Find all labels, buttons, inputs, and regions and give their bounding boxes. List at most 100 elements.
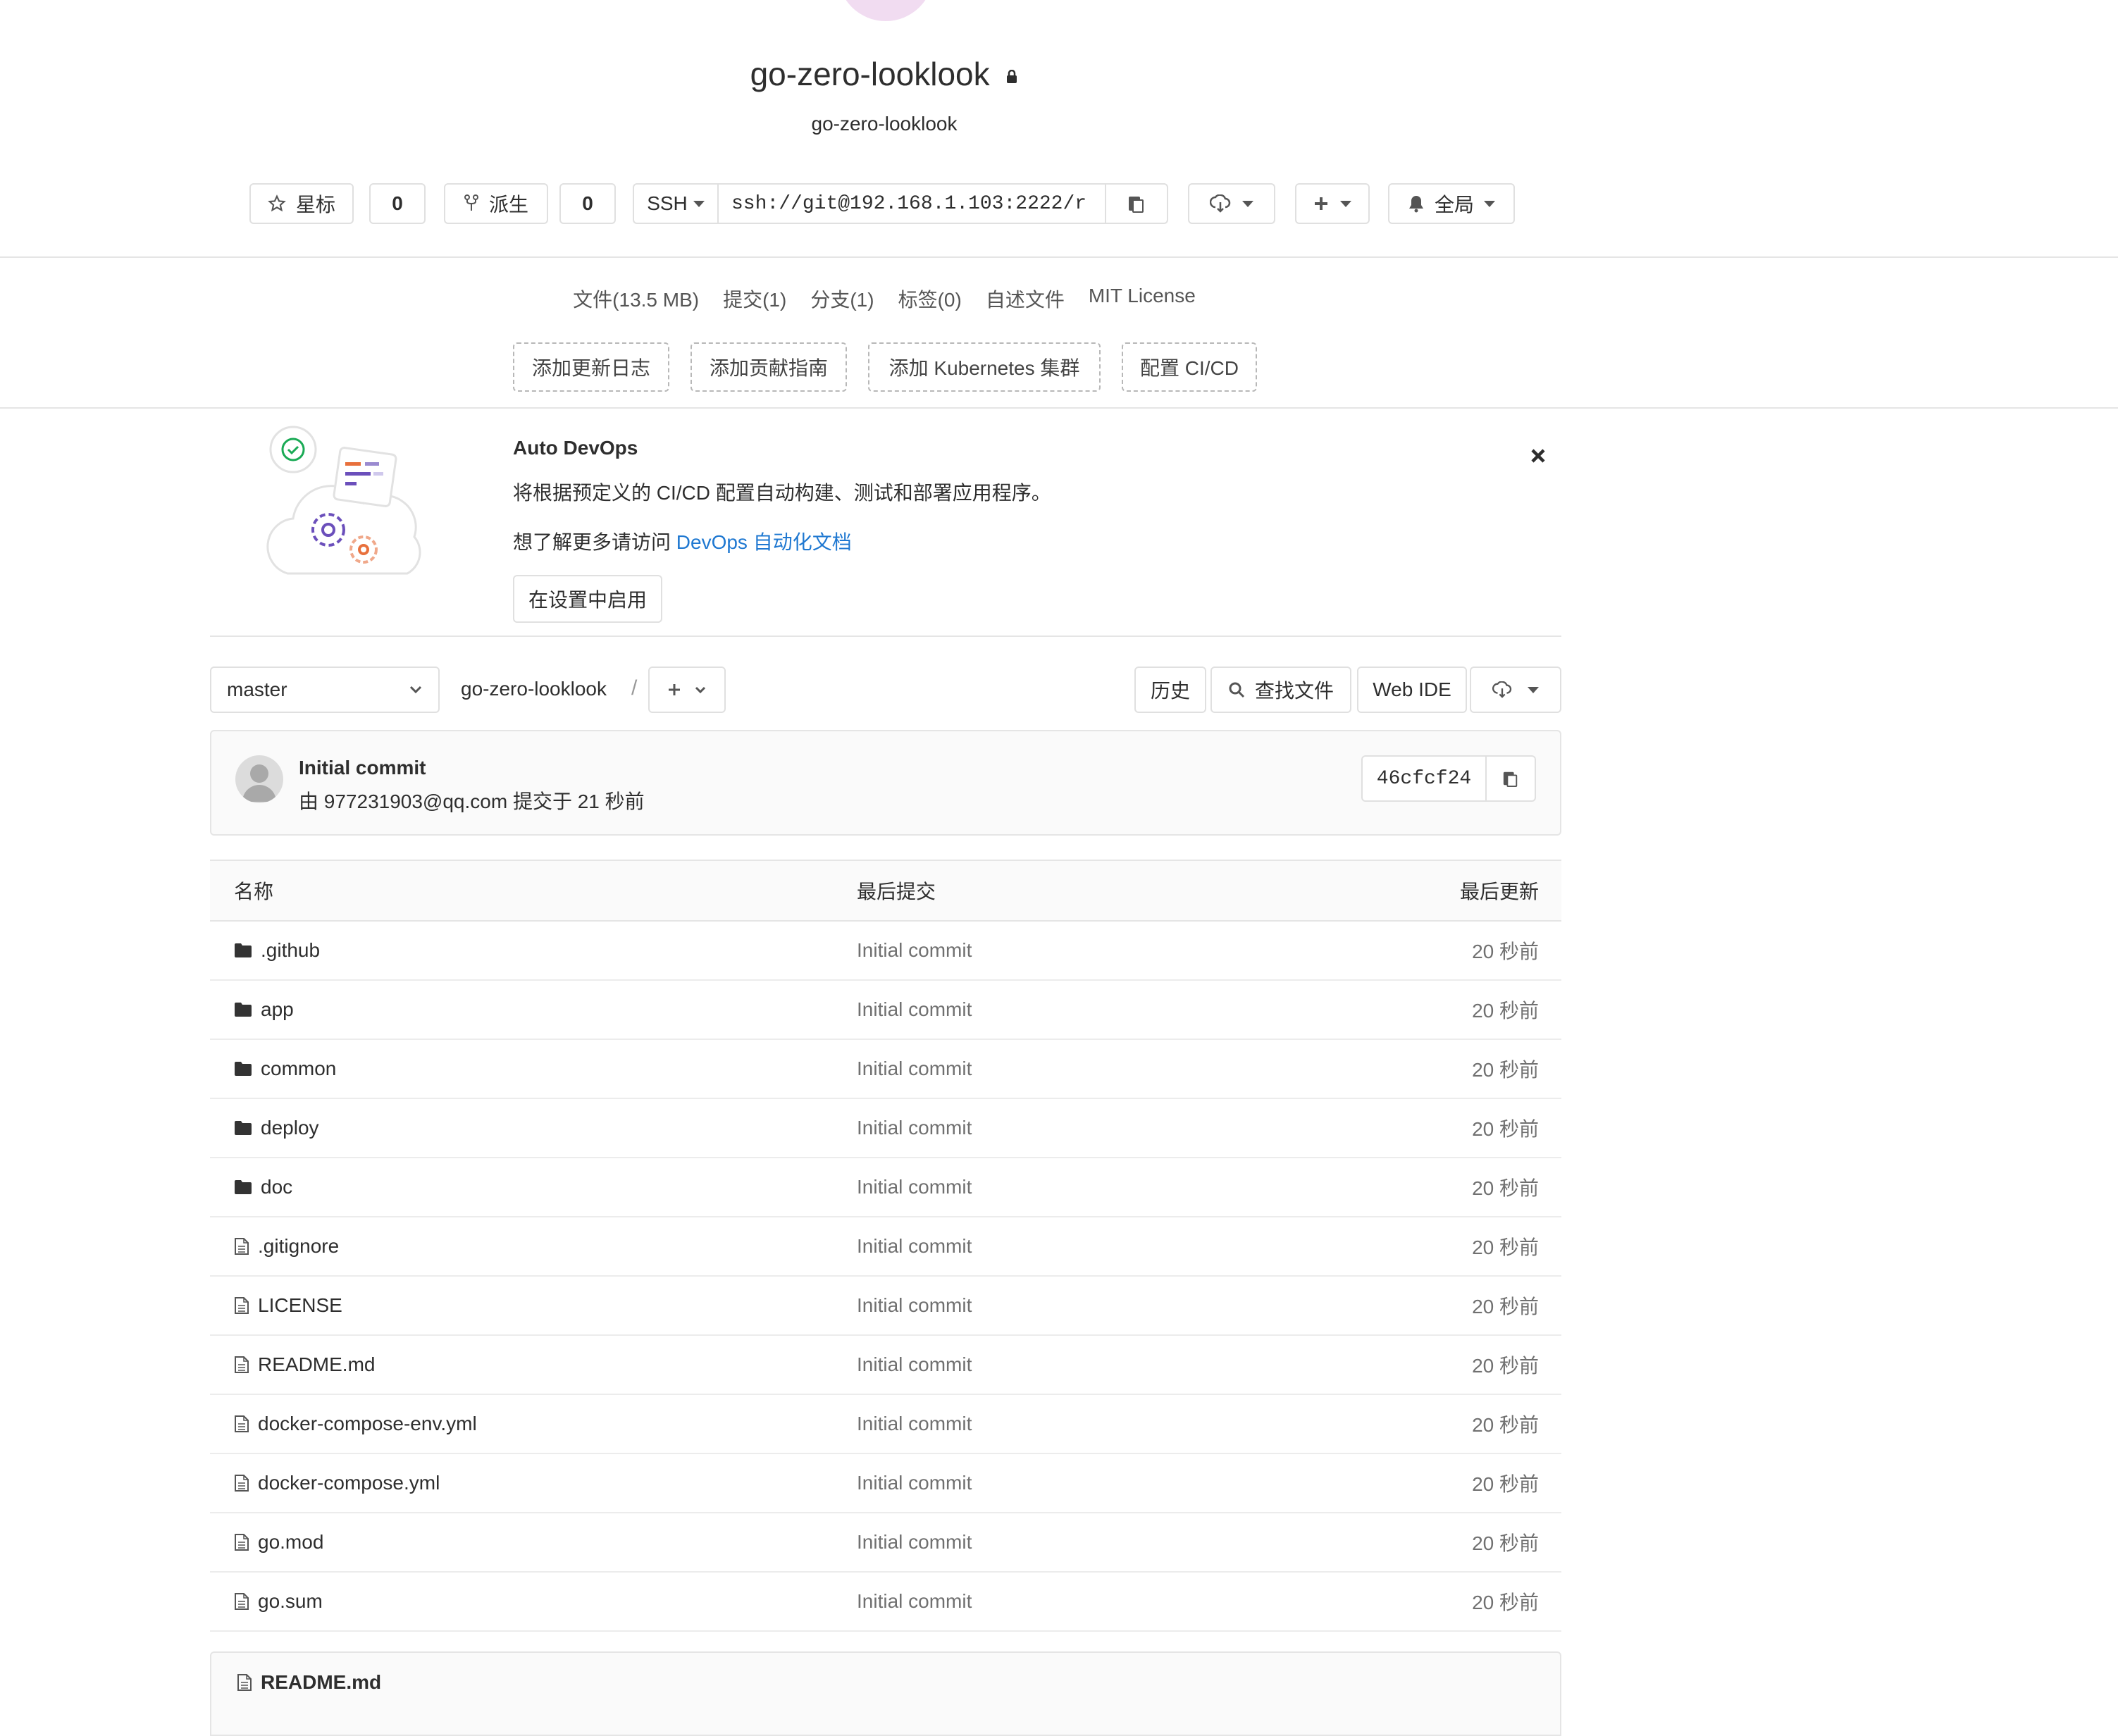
file-icon	[234, 1237, 249, 1256]
file-name[interactable]: .gitignore	[258, 1235, 339, 1258]
stat-files[interactable]: 文件(13.5 MB)	[573, 285, 699, 313]
configure-cicd-button[interactable]: 配置 CI/CD	[1122, 342, 1257, 392]
chevron-down-icon	[1528, 686, 1539, 693]
fork-button[interactable]: 派生	[444, 183, 548, 224]
file-name-cell[interactable]: doc	[234, 1158, 292, 1216]
plus-icon	[667, 683, 681, 697]
devops-docs-link[interactable]: DevOps 自动化文档	[676, 531, 852, 553]
find-file-button[interactable]: 查找文件	[1210, 666, 1351, 713]
file-name[interactable]: .github	[261, 939, 320, 962]
chevron-down-icon	[1340, 200, 1351, 207]
file-last-commit[interactable]: Initial commit	[857, 1040, 972, 1098]
file-last-commit[interactable]: Initial commit	[857, 1573, 972, 1630]
copy-url-button[interactable]	[1105, 183, 1168, 224]
file-last-commit[interactable]: Initial commit	[857, 1336, 972, 1394]
star-button[interactable]: 星标	[249, 183, 354, 224]
file-name[interactable]: app	[261, 998, 294, 1021]
commit-sha[interactable]: 46cfcf24	[1363, 757, 1487, 800]
file-last-commit[interactable]: Initial commit	[857, 1513, 972, 1571]
file-last-commit[interactable]: Initial commit	[857, 1454, 972, 1512]
protocol-dropdown[interactable]: SSH	[633, 183, 719, 224]
file-name[interactable]: docker-compose-env.yml	[258, 1413, 477, 1435]
copy-sha-button[interactable]	[1487, 757, 1535, 800]
add-changelog-button[interactable]: 添加更新日志	[513, 342, 669, 392]
breadcrumb[interactable]: go-zero-looklook	[461, 678, 607, 700]
file-name[interactable]: common	[261, 1058, 336, 1080]
file-last-commit[interactable]: Initial commit	[857, 981, 972, 1038]
download-dropdown[interactable]	[1188, 183, 1275, 224]
file-name[interactable]: LICENSE	[258, 1294, 342, 1317]
bell-icon	[1408, 194, 1425, 213]
file-name-cell[interactable]: app	[234, 981, 294, 1038]
table-row[interactable]: LICENSE Initial commit 20 秒前	[210, 1277, 1561, 1336]
header-last-commit: 最后提交	[857, 881, 936, 903]
project-stats: 文件(13.5 MB) 提交(1) 分支(1) 标签(0) 自述文件 MIT L…	[0, 285, 1769, 313]
clipboard-icon	[1127, 194, 1146, 213]
commit-meta: 由 977231903@qq.com 提交于 21 秒前	[299, 790, 645, 812]
fork-count[interactable]: 0	[559, 183, 616, 224]
file-name[interactable]: README.md	[258, 1353, 375, 1376]
file-last-commit[interactable]: Initial commit	[857, 1395, 972, 1453]
file-name-cell[interactable]: docker-compose.yml	[234, 1454, 440, 1512]
file-name-cell[interactable]: deploy	[234, 1099, 319, 1157]
clone-url-input[interactable]: ssh://git@192.168.1.103:2222/r	[717, 183, 1106, 224]
web-ide-button[interactable]: Web IDE	[1357, 666, 1467, 713]
enable-in-settings-button[interactable]: 在设置中启用	[513, 575, 662, 623]
file-last-update: 20 秒前	[1472, 1473, 1539, 1495]
file-name-cell[interactable]: .gitignore	[234, 1217, 339, 1275]
notification-dropdown[interactable]: 全局	[1388, 183, 1515, 224]
close-icon[interactable]	[1530, 448, 1546, 464]
stat-tags[interactable]: 标签(0)	[898, 285, 962, 313]
devops-title: Auto DevOps	[513, 437, 638, 459]
file-name-cell[interactable]: go.sum	[234, 1573, 323, 1630]
table-row[interactable]: .gitignore Initial commit 20 秒前	[210, 1217, 1561, 1277]
file-last-commit[interactable]: Initial commit	[857, 922, 972, 979]
table-row[interactable]: common Initial commit 20 秒前	[210, 1040, 1561, 1099]
add-contributing-button[interactable]: 添加贡献指南	[690, 342, 847, 392]
new-dropdown[interactable]	[1295, 183, 1370, 224]
table-row[interactable]: docker-compose.yml Initial commit 20 秒前	[210, 1454, 1561, 1513]
commit-title[interactable]: Initial commit	[299, 757, 426, 779]
project-title: go-zero-looklook	[0, 55, 1769, 93]
readme-title[interactable]: README.md	[237, 1671, 381, 1694]
file-name[interactable]: docker-compose.yml	[258, 1472, 440, 1494]
file-last-commit[interactable]: Initial commit	[857, 1217, 972, 1275]
file-last-commit[interactable]: Initial commit	[857, 1099, 972, 1157]
stat-readme[interactable]: 自述文件	[986, 285, 1065, 313]
table-row[interactable]: doc Initial commit 20 秒前	[210, 1158, 1561, 1217]
file-name-cell[interactable]: docker-compose-env.yml	[234, 1395, 477, 1453]
history-button[interactable]: 历史	[1134, 666, 1206, 713]
star-count[interactable]: 0	[369, 183, 426, 224]
protocol-label: SSH	[647, 192, 688, 214]
table-row[interactable]: app Initial commit 20 秒前	[210, 981, 1561, 1040]
table-row[interactable]: go.sum Initial commit 20 秒前	[210, 1573, 1561, 1632]
file-name-cell[interactable]: LICENSE	[234, 1277, 342, 1334]
table-row[interactable]: README.md Initial commit 20 秒前	[210, 1336, 1561, 1395]
file-name-cell[interactable]: README.md	[234, 1336, 375, 1394]
file-last-update: 20 秒前	[1472, 941, 1539, 962]
add-kubernetes-button[interactable]: 添加 Kubernetes 集群	[868, 342, 1101, 392]
file-name[interactable]: go.sum	[258, 1590, 323, 1613]
stat-branches[interactable]: 分支(1)	[810, 285, 874, 313]
file-name-cell[interactable]: common	[234, 1040, 336, 1098]
table-row[interactable]: .github Initial commit 20 秒前	[210, 922, 1561, 981]
stat-license[interactable]: MIT License	[1089, 285, 1196, 313]
header-name: 名称	[234, 881, 274, 903]
table-row[interactable]: docker-compose-env.yml Initial commit 20 秒…	[210, 1395, 1561, 1454]
download-icon	[1210, 194, 1231, 213]
add-to-tree-dropdown[interactable]	[648, 666, 726, 713]
file-name[interactable]: go.mod	[258, 1531, 323, 1554]
branch-selector[interactable]: master	[210, 666, 440, 713]
file-last-commit[interactable]: Initial commit	[857, 1277, 972, 1334]
file-icon	[234, 1474, 249, 1492]
file-name-cell[interactable]: go.mod	[234, 1513, 323, 1571]
table-row[interactable]: deploy Initial commit 20 秒前	[210, 1099, 1561, 1158]
file-name-cell[interactable]: .github	[234, 922, 320, 979]
table-row[interactable]: go.mod Initial commit 20 秒前	[210, 1513, 1561, 1573]
file-name[interactable]: deploy	[261, 1117, 319, 1139]
download-source-dropdown[interactable]	[1470, 666, 1561, 713]
file-name[interactable]: doc	[261, 1176, 292, 1198]
file-last-commit[interactable]: Initial commit	[857, 1158, 972, 1216]
avatar[interactable]	[235, 755, 283, 803]
stat-commits[interactable]: 提交(1)	[723, 285, 786, 313]
